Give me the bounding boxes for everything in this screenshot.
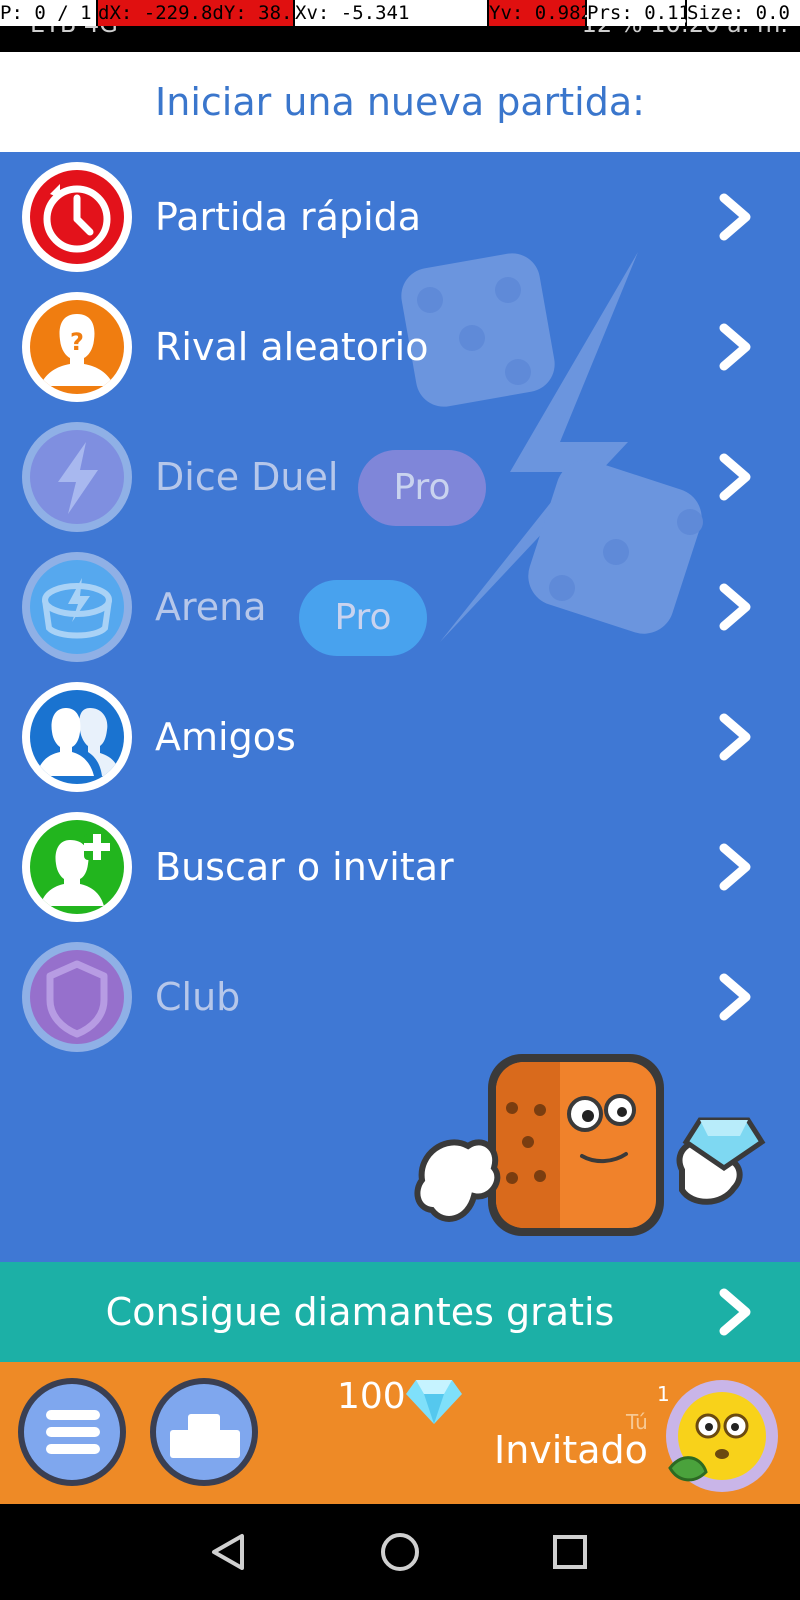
podium-icon [170,1414,240,1458]
diamond-icon [406,1380,462,1424]
arena-label: Arena [155,585,267,629]
random-rival-icon: ? [40,314,114,386]
game-mode-menu: Partida rápida ? Rival aleatorio Dice Du… [0,152,800,1262]
chevron-right-icon [719,843,751,891]
dice-mascot-icon [414,1054,766,1236]
arena-icon [42,578,112,639]
club-avatar [22,942,132,1052]
recent-apps-icon[interactable] [548,1530,592,1574]
chevron-right-icon [719,583,751,631]
random-rival-avatar: ? [22,292,132,402]
friends-label: Amigos [155,715,296,759]
menu-button[interactable] [18,1378,126,1486]
add-user-icon [40,834,110,906]
debug-yv: Yv: 0.982 [489,0,585,26]
pointer-debug-overlay: P: 0 / 1 dX: -229.8dY: 38.0 Xv: -5.341 Y… [0,0,800,26]
chevron-right-icon [719,1288,751,1336]
svg-text:?: ? [70,328,84,356]
back-icon[interactable] [206,1530,250,1574]
chevron-right-icon [719,973,751,1021]
debug-pointer: P: 0 / 1 [0,0,96,26]
pro-badge: Pro [299,580,427,656]
page-title: Iniciar una nueva partida: [155,80,645,124]
debug-xv: Xv: -5.341 [295,0,487,26]
friends-icon [36,708,120,776]
chevron-right-icon [719,193,751,241]
menu-item-search-invite[interactable]: Buscar o invitar [0,802,800,932]
arena-avatar [22,552,132,662]
chevron-right-icon [719,713,751,761]
dice-duel-label: Dice Duel [155,455,339,499]
player-avatar[interactable] [666,1380,778,1492]
debug-delta: dX: -229.8dY: 38.0 [98,0,293,26]
dice-duel-avatar [22,422,132,532]
menu-item-club[interactable]: Club [0,932,800,1062]
chevron-right-icon [719,323,751,371]
header: Iniciar una nueva partida: [0,52,800,152]
menu-item-random-rival[interactable]: ? Rival aleatorio [0,282,800,412]
menu-item-arena[interactable]: Arena Pro [0,542,800,672]
navigation-bar [0,1504,800,1600]
quick-match-label: Partida rápida [155,195,422,239]
home-icon[interactable] [378,1530,422,1574]
club-label: Club [155,975,241,1019]
debug-pressure: Prs: 0.11 [587,0,685,26]
friends-avatar [22,682,132,792]
search-invite-label: Buscar o invitar [155,845,454,889]
menu-item-dice-duel[interactable]: Dice Duel Pro [0,412,800,542]
quick-match-avatar [22,162,132,272]
bottom-bar: 100 1 Tú Invitado [0,1362,800,1504]
shield-icon [46,960,108,1038]
menu-item-friends[interactable]: Amigos [0,672,800,802]
hamburger-menu-icon [46,1410,100,1454]
surprised-face-icon [668,1392,766,1482]
chevron-right-icon [719,453,751,501]
pro-badge: Pro [358,450,486,526]
player-name: Invitado [494,1428,648,1472]
stopwatch-icon [43,184,111,253]
menu-item-quick-match[interactable]: Partida rápida [0,152,800,282]
status-bar: ETB 4G 12 % 10:20 a. m. P: 0 / 1 dX: -22… [0,0,800,52]
diamond-count: 100 [337,1376,406,1417]
search-invite-avatar [22,812,132,922]
free-diamonds-banner[interactable]: Consigue diamantes gratis [0,1262,800,1362]
random-rival-label: Rival aleatorio [155,325,429,369]
free-diamonds-label: Consigue diamantes gratis [105,1290,615,1334]
lightning-icon [58,442,98,514]
debug-size: Size: 0.0 [687,0,800,26]
ranking-button[interactable] [150,1378,258,1486]
